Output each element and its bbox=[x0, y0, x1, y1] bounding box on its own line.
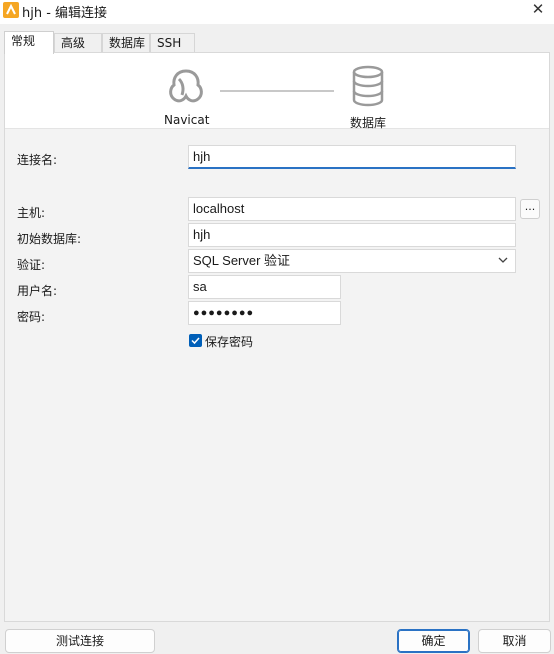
host-label: 主机: bbox=[17, 206, 46, 220]
test-connection-button[interactable]: 测试连接 bbox=[5, 629, 155, 653]
check-icon bbox=[191, 337, 200, 345]
host-browse-button[interactable]: ... bbox=[520, 199, 540, 219]
navicat-label: Navicat bbox=[164, 113, 210, 127]
tab-databases[interactable]: 数据库 bbox=[102, 33, 150, 53]
database-icon bbox=[352, 65, 384, 107]
username-label: 用户名: bbox=[17, 284, 58, 298]
connection-diagram: Navicat 数据库 bbox=[5, 53, 549, 130]
password-input[interactable]: ●●●●●●●● bbox=[188, 301, 341, 325]
host-input[interactable]: localhost bbox=[188, 197, 516, 221]
save-password-checkbox[interactable] bbox=[189, 334, 202, 347]
general-panel: Navicat 数据库 连接名: hjh 主机: localhost ... 初… bbox=[4, 52, 550, 622]
username-input[interactable]: sa bbox=[188, 275, 341, 299]
authentication-selected-value: SQL Server 验证 bbox=[193, 253, 291, 268]
password-label: 密码: bbox=[17, 310, 46, 324]
tab-advanced[interactable]: 高级 bbox=[54, 33, 102, 53]
cancel-button[interactable]: 取消 bbox=[478, 629, 551, 653]
navicat-logo-icon bbox=[169, 69, 203, 103]
window-title: hjh - 编辑连接 bbox=[22, 6, 108, 21]
connection-name-label: 连接名: bbox=[17, 153, 58, 167]
authentication-select[interactable]: SQL Server 验证 bbox=[188, 249, 516, 273]
ok-button[interactable]: 确定 bbox=[397, 629, 470, 653]
authentication-label: 验证: bbox=[17, 258, 46, 272]
title-bar: hjh - 编辑连接 ✕ bbox=[0, 0, 554, 24]
initial-database-label: 初始数据库: bbox=[17, 232, 82, 246]
connection-name-input[interactable]: hjh bbox=[188, 145, 516, 169]
connection-line bbox=[220, 90, 334, 92]
chevron-down-icon bbox=[498, 257, 508, 263]
save-password-label: 保存密码 bbox=[205, 335, 254, 349]
navicat-app-icon bbox=[3, 2, 19, 18]
database-label: 数据库 bbox=[350, 116, 387, 130]
tab-ssh[interactable]: SSH bbox=[150, 33, 195, 53]
close-icon[interactable]: ✕ bbox=[528, 0, 548, 18]
tab-general[interactable]: 常规 bbox=[4, 31, 54, 54]
initial-database-input[interactable]: hjh bbox=[188, 223, 516, 247]
